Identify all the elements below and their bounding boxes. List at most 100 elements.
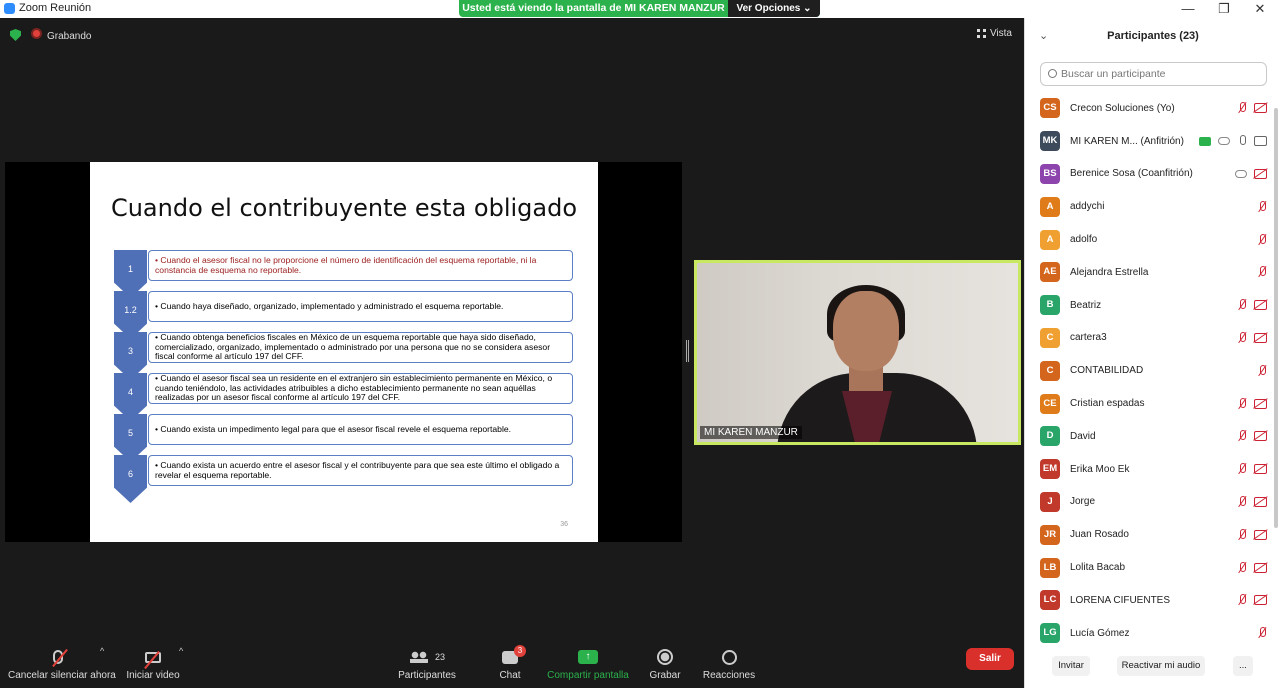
participant-status-icons	[1237, 463, 1267, 475]
app-title: Zoom Reunión	[4, 2, 91, 14]
speaker-video[interactable]: MI KAREN MANZUR	[694, 260, 1021, 445]
participant-row[interactable]: CS Crecon Soluciones (Yo)	[1025, 92, 1271, 125]
slide-page-number: 36	[560, 521, 568, 528]
participant-row[interactable]: CE Cristian espadas	[1025, 387, 1271, 420]
chevron-marker: 6	[114, 455, 147, 503]
mic-muted-icon	[1237, 397, 1247, 410]
participant-row[interactable]: Aaddychi	[1025, 190, 1271, 223]
participant-row[interactable]: D David	[1025, 420, 1271, 453]
participant-row[interactable]: LG Lucía Gómez	[1025, 617, 1271, 650]
cloud-recording-icon	[1235, 169, 1247, 178]
minimize-button[interactable]: —	[1170, 0, 1206, 18]
share-screen-icon: ↑	[578, 650, 598, 664]
camera-off-icon	[1254, 168, 1267, 179]
security-shield-icon[interactable]	[10, 29, 21, 41]
item-number: 5	[127, 428, 133, 438]
item-number: 4	[127, 387, 133, 397]
title-bar: Zoom Reunión Usted está viendo la pantal…	[0, 0, 1280, 18]
participant-row[interactable]: LB Lolita Bacab	[1025, 551, 1271, 584]
recording-indicator[interactable]: Grabando	[31, 28, 91, 42]
participant-name: David	[1070, 430, 1096, 442]
participant-row[interactable]: AE Alejandra Estrella	[1025, 256, 1271, 289]
avatar: AE	[1040, 262, 1060, 283]
unmute-myself-button[interactable]: Reactivar mi audio	[1117, 656, 1205, 676]
participant-list: CS Crecon Soluciones (Yo) MK MI KAREN M... …	[1025, 92, 1271, 650]
participant-list-scrollbar[interactable]	[1274, 108, 1278, 528]
zoom-logo-icon	[4, 2, 15, 14]
camera-off-icon	[1254, 300, 1267, 311]
item-number: 3	[127, 346, 133, 356]
participant-search-input[interactable]: Buscar un participante	[1040, 62, 1267, 86]
participant-name: Lucía Gómez	[1070, 627, 1130, 639]
participant-name: Cristian espadas	[1070, 398, 1145, 410]
participant-row[interactable]: J Jorge	[1025, 486, 1271, 519]
view-button[interactable]: Vista	[976, 28, 1012, 39]
avatar: A	[1040, 196, 1060, 217]
participant-row[interactable]: Aadolfo	[1025, 223, 1271, 256]
item-text: • Cuando exista un impedimento legal par…	[148, 414, 573, 445]
camera-off-icon	[1254, 496, 1267, 507]
camera-off-icon	[1254, 431, 1267, 442]
camera-off-icon	[1254, 332, 1267, 343]
avatar: B	[1040, 295, 1060, 316]
participant-status-icons	[1257, 200, 1267, 213]
participants-label: Participantes	[398, 670, 456, 681]
audio-options-caret[interactable]: ^	[100, 646, 104, 656]
mic-muted-icon	[1237, 594, 1247, 606]
participant-row[interactable]: Ccartera3	[1025, 322, 1271, 355]
share-screen-button[interactable]: ↑ Compartir pantalla	[546, 646, 630, 681]
video-options-caret[interactable]: ^	[179, 646, 183, 656]
participant-name: Erika Moo Ek	[1070, 463, 1130, 475]
avatar: LC	[1040, 590, 1060, 611]
avatar: CS	[1040, 98, 1060, 119]
participant-row[interactable]: C CONTABILIDAD	[1025, 354, 1271, 387]
chat-button[interactable]: 3 Chat	[490, 644, 530, 681]
participant-status-icons	[1237, 594, 1267, 606]
participant-row[interactable]: LC LORENA CIFUENTES	[1025, 584, 1271, 617]
participant-row[interactable]: JR Juan Rosado	[1025, 518, 1271, 551]
more-options-button[interactable]: ...	[1233, 656, 1253, 676]
mute-button[interactable]: Cancelar silenciar ahora	[8, 646, 116, 681]
participant-name: Berenice Sosa (Coanfitrión)	[1070, 168, 1193, 180]
participant-row[interactable]: B Beatriz	[1025, 289, 1271, 322]
participant-status-icons	[1237, 331, 1267, 344]
chat-unread-badge: 3	[514, 644, 526, 657]
camera-off-icon	[1254, 595, 1267, 606]
screen-share-icon	[1199, 136, 1211, 146]
slide-item: 4 • Cuando el asesor fiscal sea un resid…	[114, 373, 574, 421]
reactions-label: Reacciones	[702, 670, 756, 681]
record-button[interactable]: Grabar	[644, 646, 686, 681]
search-icon	[1048, 69, 1057, 78]
participant-row[interactable]: EM Erika Moo Ek	[1025, 453, 1271, 486]
participant-status-icons	[1237, 102, 1267, 114]
mic-muted-icon	[1237, 331, 1247, 344]
participant-row[interactable]: MK MI KAREN M... (Anfitrión)	[1025, 125, 1271, 158]
chevron-down-icon[interactable]: ⌄	[1039, 18, 1048, 54]
close-window-button[interactable]: ✕	[1242, 0, 1278, 18]
view-options-button[interactable]: Ver Opciones ⌄	[728, 0, 820, 17]
start-video-button[interactable]: Iniciar video	[122, 646, 184, 681]
reactions-button[interactable]: Reacciones	[702, 646, 756, 681]
avatar: MK	[1040, 131, 1060, 152]
participant-status-icons	[1237, 397, 1267, 410]
avatar: LB	[1040, 557, 1060, 578]
slide-item: 6 • Cuando exista un acuerdo entre el as…	[114, 455, 574, 503]
participants-button[interactable]: 23 Participantes	[396, 646, 458, 681]
mute-label: Cancelar silenciar ahora	[8, 670, 116, 681]
record-label: Grabar	[649, 670, 681, 681]
maximize-button[interactable]: ❐	[1206, 0, 1242, 18]
leave-button[interactable]: Salir	[966, 648, 1014, 670]
mic-muted-icon	[1237, 463, 1247, 475]
invite-button[interactable]: Invitar	[1052, 656, 1090, 676]
avatar: JR	[1040, 524, 1060, 545]
search-placeholder: Buscar un participante	[1061, 68, 1166, 80]
cloud-recording-icon	[1218, 137, 1230, 146]
item-text: • Cuando el asesor fiscal no le proporci…	[148, 250, 573, 281]
mic-muted-icon	[1237, 561, 1247, 574]
slide-item: 1 • Cuando el asesor fiscal no le propor…	[114, 250, 574, 298]
participant-row[interactable]: BS Berenice Sosa (Coanfitrión)	[1025, 158, 1271, 191]
participant-status-icons	[1237, 495, 1267, 508]
participant-name: Jorge	[1070, 496, 1096, 508]
mic-muted-icon	[1257, 627, 1267, 639]
split-drag-handle[interactable]	[686, 340, 689, 362]
